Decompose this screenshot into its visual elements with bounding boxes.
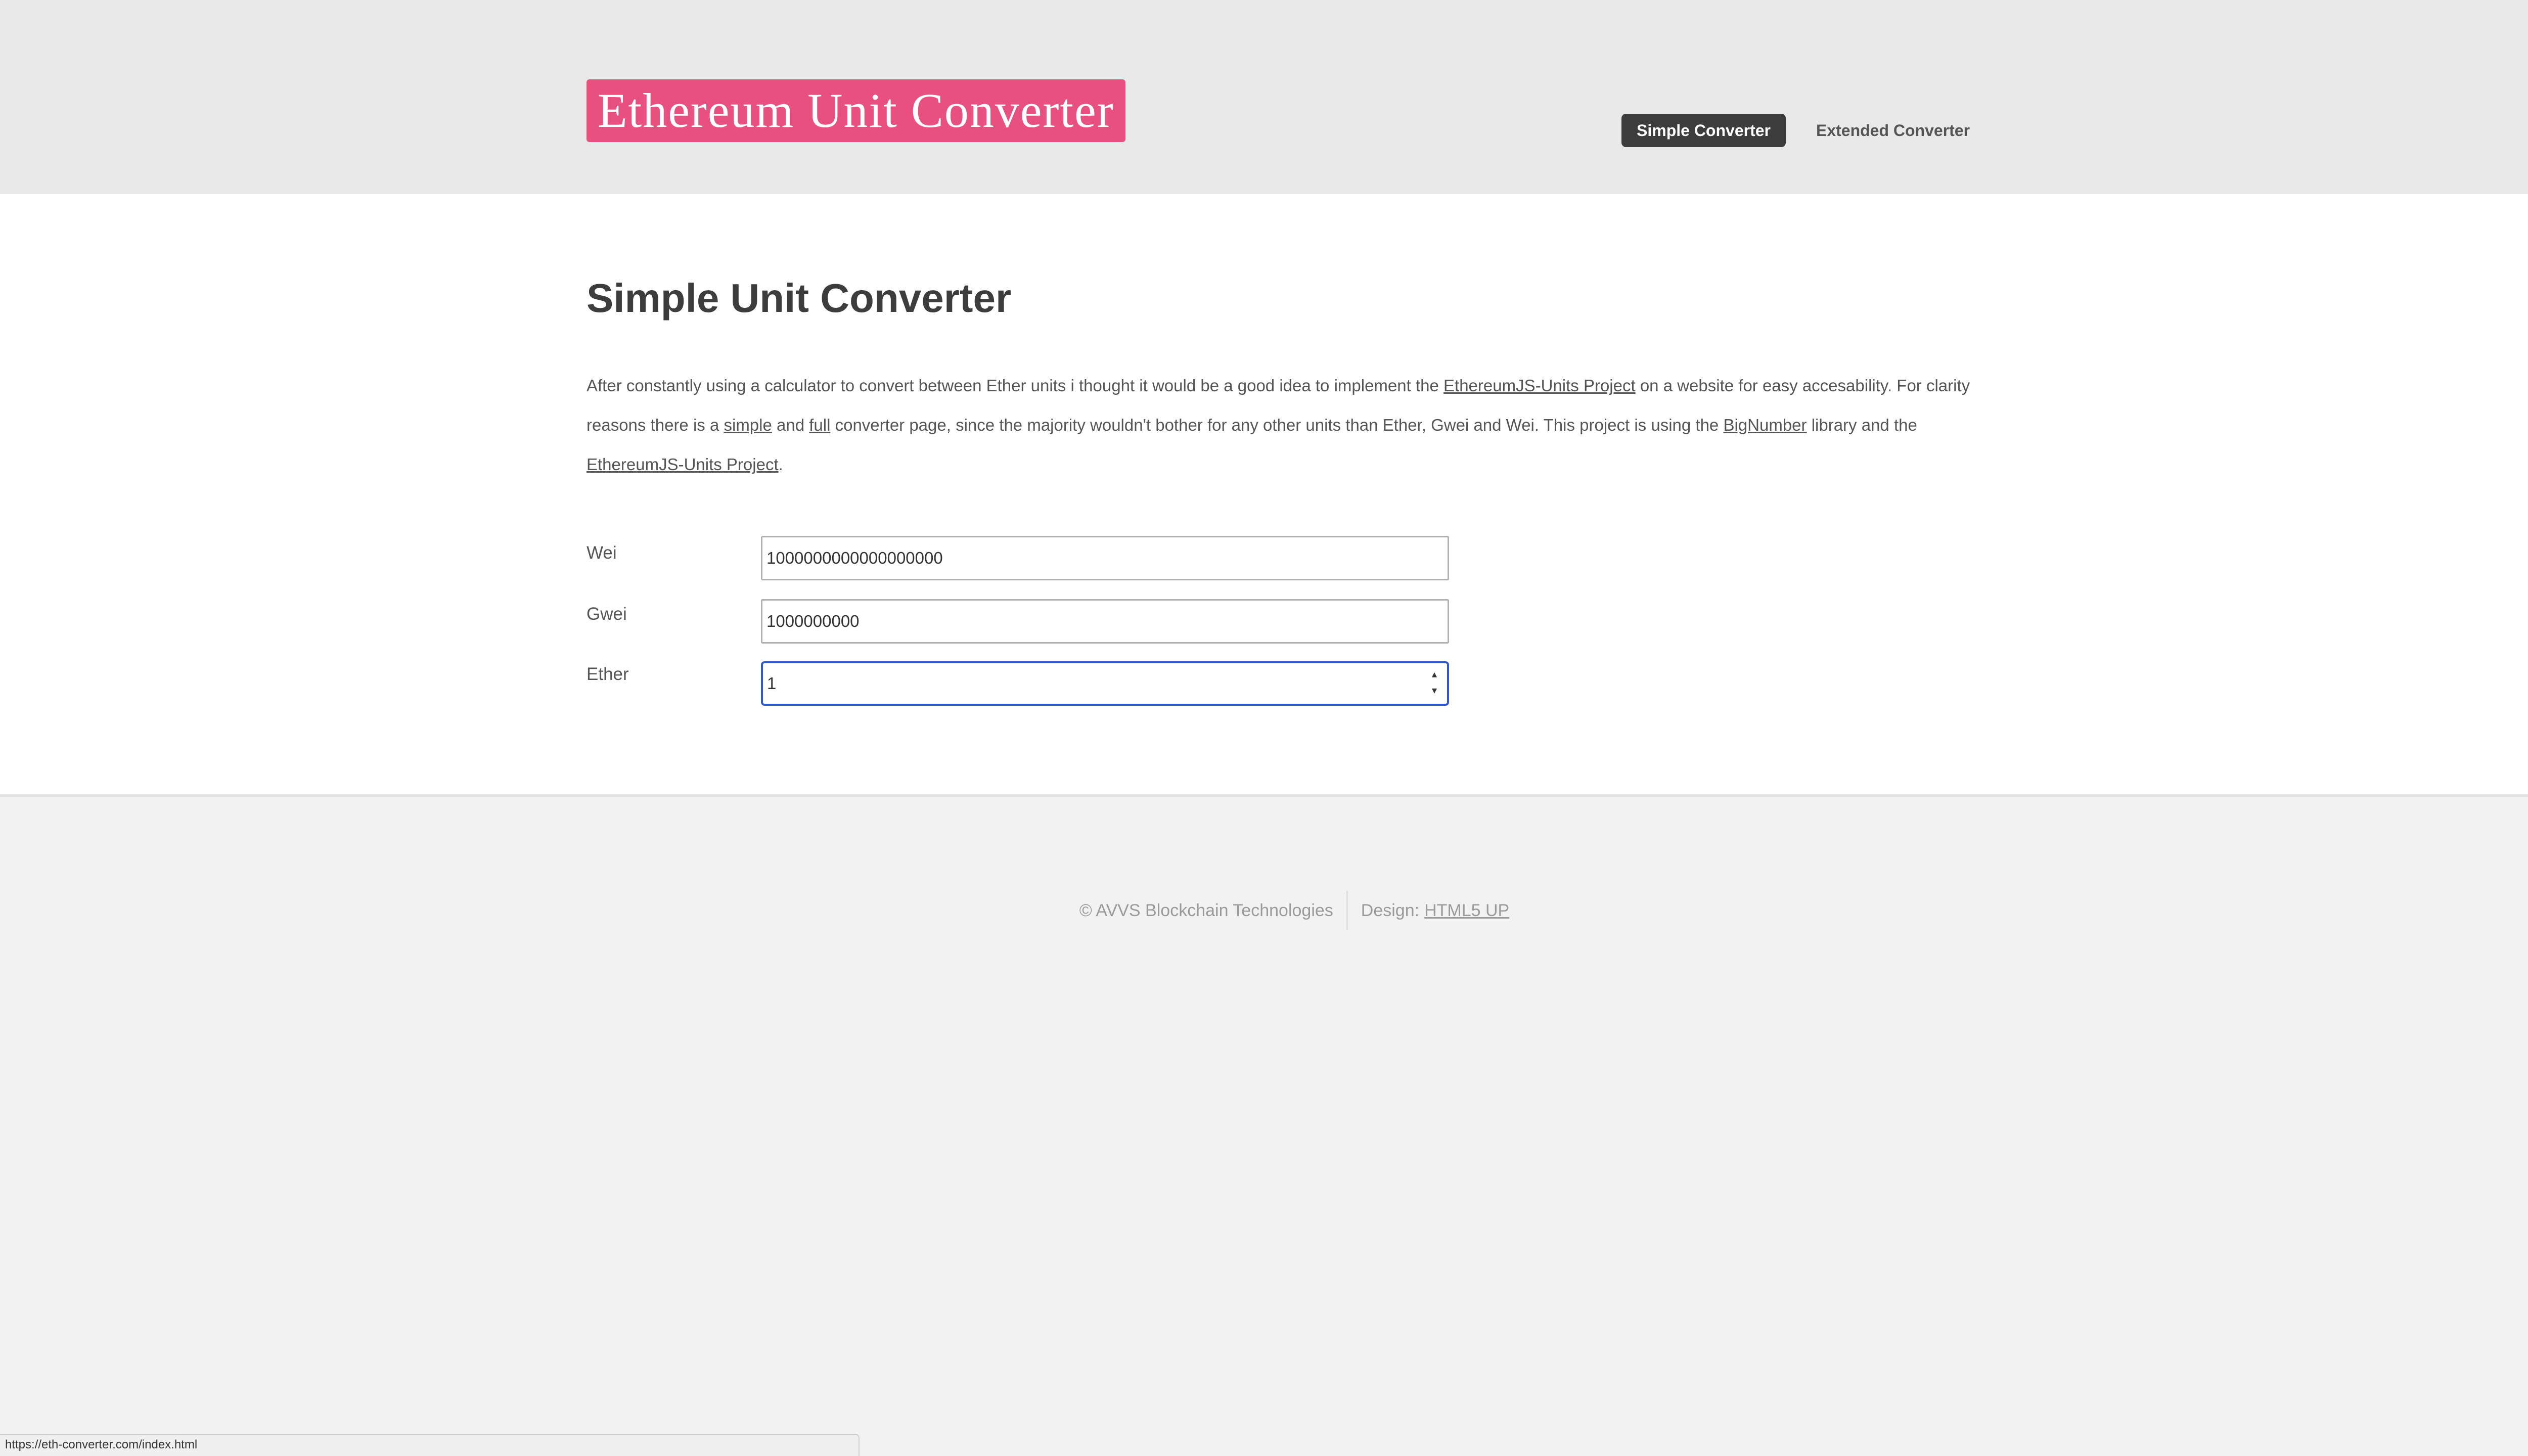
site-footer: © AVVS Blockchain Technologies Design: H… [0,891,2528,930]
ethereumjs-units-link[interactable]: EthereumJS-Units Project [1443,376,1636,395]
intro-text: and [772,416,809,434]
full-link[interactable]: full [809,416,830,434]
nav-extended-converter[interactable]: Extended Converter [1801,114,1985,147]
site-header: Ethereum Unit Converter Simple Converter… [0,0,2528,194]
ether-label: Ether [586,664,629,684]
number-spinner[interactable]: ▴ ▾ [1428,666,1440,699]
gwei-label: Gwei [586,604,627,624]
design-label: Design: [1361,900,1420,920]
bignumber-link[interactable]: BigNumber [1723,416,1807,434]
intro-text: After constantly using a calculator to c… [586,376,1444,395]
browser-status-bar: https://eth-converter.com/index.html [0,1434,860,1456]
intro-text: . [778,455,783,474]
main-content: Simple Unit Converter After constantly u… [0,194,2528,797]
spinner-up-icon[interactable]: ▴ [1428,666,1440,682]
gwei-input[interactable] [761,599,1449,644]
page-title: Simple Unit Converter [586,276,1012,321]
main-nav: Simple Converter Extended Converter [1621,114,1985,147]
ethereumjs-units-link-2[interactable]: EthereumJS-Units Project [586,455,779,474]
intro-paragraph: After constantly using a calculator to c… [586,366,2002,484]
wei-row: Wei [586,536,1449,581]
wei-label: Wei [586,543,617,563]
intro-text: library and the [1807,416,1917,434]
site-logo[interactable]: Ethereum Unit Converter [586,79,1125,142]
wei-input[interactable] [761,536,1449,580]
nav-simple-converter[interactable]: Simple Converter [1621,114,1786,147]
ether-input[interactable] [761,661,1449,706]
ether-row: Ether ▴ ▾ [586,661,1449,707]
copyright-text: © AVVS Blockchain Technologies [1079,900,1333,920]
html5up-link[interactable]: HTML5 UP [1424,901,1509,921]
footer-divider [1346,891,1348,930]
intro-text: converter page, since the majority would… [830,416,1724,434]
gwei-row: Gwei [586,599,1449,645]
spinner-down-icon[interactable]: ▾ [1428,682,1440,699]
simple-link[interactable]: simple [724,416,772,434]
